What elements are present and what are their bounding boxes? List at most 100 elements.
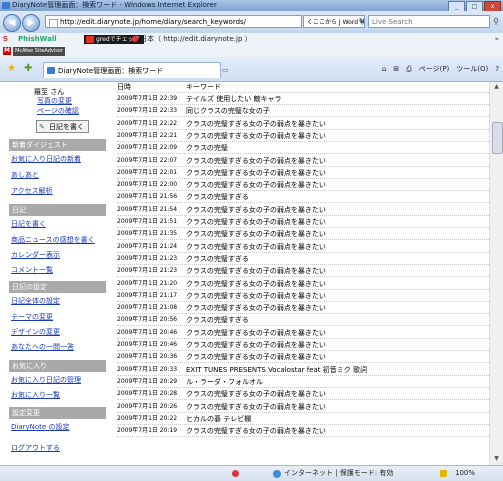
- links-overflow-icon[interactable]: »: [495, 33, 499, 46]
- table-row: 2009年7月1日 20:26 クラスの完璧すぎる女の子の弱点を暴きたい: [117, 402, 489, 413]
- row-keyword: EXIT TUNES PRESENTS Vocalostar feat 初音ミク…: [186, 365, 367, 374]
- row-datetime: 2009年7月1日 21:51: [117, 218, 178, 225]
- zoom-level[interactable]: 100%: [455, 466, 475, 481]
- row-datetime: 2009年7月1日 21:17: [117, 291, 178, 299]
- siteadvisor-button[interactable]: McAfee SiteAdvisor: [13, 47, 65, 56]
- address-toolbar: ◀ ▶ http://edit.diarynote.jp/home/diary/…: [0, 11, 503, 33]
- table-row: 2009年7月1日 21:35 クラスの完璧すぎる女の子の弱点を暴きたい: [117, 229, 489, 241]
- table-row: 2009年7月1日 20:46 クラスの完璧すぎる女の子の弱点を暴きたい: [117, 328, 489, 339]
- sidebar-item-comments[interactable]: コメント一覧: [11, 265, 53, 275]
- scroll-down-icon[interactable]: ▼: [492, 455, 501, 464]
- sidebar-item-favorite-new[interactable]: お気に入り日記の新着: [11, 154, 81, 164]
- back-icon[interactable]: ◀: [3, 14, 21, 32]
- s-logo-icon[interactable]: S: [3, 33, 8, 46]
- sidebar-item-diarynote-settings[interactable]: DiaryNote の設定: [11, 422, 69, 432]
- sidebar-item-theme[interactable]: テーマの変更: [11, 312, 53, 322]
- print-icon[interactable]: ⎙: [406, 62, 412, 76]
- row-keyword: テイルズ 使用したい 敵キャラ: [186, 95, 282, 103]
- header-datetime: 日時: [117, 83, 131, 91]
- row-datetime: 2009年7月1日 22:39: [117, 95, 178, 102]
- help-icon[interactable]: ?: [495, 62, 499, 76]
- row-keyword: クラスの完璧すぎる女の子の弱点を暴きたい: [186, 402, 326, 411]
- table-row: 2009年7月1日 21:17 クラスの完璧すぎる女の子の弱点を暴きたい: [117, 291, 489, 302]
- sidebar-item-calendar[interactable]: カレンダー表示: [11, 250, 60, 260]
- table-row: 2009年7月1日 20:28 クラスの完璧すぎる女の子の弱点を暴きたい: [117, 389, 489, 401]
- table-row: 2009年7月1日 20:33 EXIT TUNES PRESENTS Vocal…: [117, 365, 489, 376]
- row-datetime: 2009年7月1日 21:24: [117, 242, 178, 250]
- table-row: 2009年7月1日 21:08 クラスの完璧すぎる女の子の弱点を暴きたい: [117, 303, 489, 315]
- feeds-icon[interactable]: ⊞: [393, 62, 399, 76]
- refresh-icon[interactable]: ↻: [356, 16, 367, 27]
- row-datetime: 2009年7月1日 21:08: [117, 304, 178, 312]
- sidebar-item-design[interactable]: デザインの変更: [11, 327, 60, 337]
- row-keyword: クラスの完璧すぎる女の子の弱点を暴きたい: [186, 267, 326, 276]
- photo-change-link[interactable]: 写真の変更: [37, 96, 72, 106]
- sidebar-item-favorite-list[interactable]: お気に入り一覧: [11, 390, 60, 400]
- logout-link[interactable]: ログアウトする: [11, 443, 60, 453]
- row-keyword: クラスの完璧すぎる女の子の弱点を暴きたい: [186, 181, 326, 190]
- row-datetime: 2009年7月1日 20:22: [117, 414, 178, 422]
- row-datetime: 2009年7月1日 22:01: [117, 168, 178, 176]
- search-icon[interactable]: ⚲: [490, 15, 502, 28]
- sidebar-item-favorite-manage[interactable]: お気に入り日記の管理: [11, 375, 81, 385]
- row-datetime: 2009年7月1日 22:00: [117, 181, 178, 189]
- row-keyword: クラスの完璧すぎる: [186, 316, 249, 325]
- page-menu[interactable]: ページ(P): [419, 62, 450, 76]
- table-row: 2009年7月1日 21:23 クラスの完璧すぎる女の子の弱点を暴きたい: [117, 266, 489, 278]
- section-diary-settings: 日記の設定: [9, 281, 106, 293]
- command-bar: ⌂ ⊞ ⎙ ページ(P) ツール(O) ?: [382, 62, 499, 76]
- tab-diarynote[interactable]: DiaryNote管理画面：検索ワード: [43, 62, 221, 78]
- live-search-input[interactable]: Live Search: [368, 15, 490, 28]
- row-datetime: 2009年7月1日 21:23: [117, 254, 178, 262]
- row-keyword: クラスの完璧すぎる女の子の弱点を暴きたい: [186, 341, 326, 349]
- row-keyword: クラスの完璧すぎる女の子の弱点を暴きたい: [186, 304, 326, 313]
- ie-app-icon: [2, 2, 10, 9]
- stop-icon: [232, 470, 239, 477]
- row-datetime: 2009年7月1日 22:21: [117, 131, 178, 139]
- section-diary: 日記: [9, 204, 106, 216]
- sidebar-item-write-diary[interactable]: 日記を書く: [11, 219, 46, 229]
- header-keyword: キーワード: [186, 83, 221, 91]
- write-diary-button[interactable]: 日記を書く: [36, 120, 89, 134]
- links-toolbar: S PhishWall gredでチェック 日本（ http://edit.di…: [0, 33, 503, 47]
- sidebar-item-diary-settings[interactable]: 日記全体の設定: [11, 296, 60, 306]
- add-favorites-icon[interactable]: ✚: [24, 63, 32, 74]
- security-zone: インターネット | 保護モード: 有効: [284, 469, 394, 477]
- vertical-scrollbar[interactable]: ▲ ▼: [489, 82, 503, 465]
- row-keyword: クラスの完璧すぎる: [186, 254, 249, 263]
- sidebar-item-product-news[interactable]: 商品ニュースの感想を書く: [11, 235, 95, 245]
- scrollbar-thumb[interactable]: [492, 122, 503, 154]
- row-keyword: クラスの完璧すぎる女の子の弱点を暴きたい: [186, 168, 326, 177]
- row-keyword: クラスの完璧すぎる女の子の弱点を暴きたい: [186, 230, 326, 239]
- row-keyword: クラスの完璧すぎる女の子の弱点を暴きたい: [186, 156, 326, 165]
- favorites-star-icon[interactable]: ★: [7, 63, 16, 74]
- sidebar-item-qa[interactable]: あなたへの一問一答: [11, 342, 74, 352]
- address-field[interactable]: http://edit.diarynote.jp/home/diary/sear…: [45, 15, 302, 28]
- table-row: 2009年7月1日 20:22 ヒカルの碁 テレビ欄: [117, 414, 489, 425]
- page-confirm-link[interactable]: ページの確認: [37, 106, 79, 116]
- row-datetime: 2009年7月1日 20:56: [117, 316, 178, 324]
- sidebar-item-access-analysis[interactable]: アクセス解析: [11, 186, 53, 196]
- scroll-up-icon[interactable]: ▲: [492, 83, 501, 92]
- mcafee-icon[interactable]: M: [3, 47, 11, 55]
- phishwall-button[interactable]: PhishWall: [18, 35, 57, 44]
- table-row: 2009年7月1日 20:36 クラスの完璧すぎる女の子の弱点を暴きたい: [117, 352, 489, 364]
- tools-menu[interactable]: ツール(O): [456, 62, 488, 76]
- tab-bar: ★ ✚ DiaryNote管理画面：検索ワード ▭ ⌂ ⊞ ⎙ ページ(P) ツ…: [0, 57, 503, 82]
- globe-icon: [273, 470, 281, 478]
- table-row: 2009年7月1日 22:01 クラスの完璧すぎる女の子の弱点を暴きたい: [117, 168, 489, 179]
- table-row: 2009年7月1日 21:23 クラスの完璧すぎる: [117, 254, 489, 265]
- row-keyword: クラスの完璧すぎる女の子の弱点を暴きたい: [186, 328, 326, 337]
- japan-site-label: 日本（ http://edit.diarynote.jp ）: [132, 33, 252, 46]
- row-datetime: 2009年7月1日 20:33: [117, 365, 178, 373]
- row-keyword: クラスの完璧すぎる女の子の弱点を暴きたい: [186, 119, 326, 128]
- table-row: 2009年7月1日 22:22 クラスの完璧すぎる女の子の弱点を暴きたい: [117, 119, 489, 130]
- row-keyword: クラスの完璧すぎる女の子の弱点を暴きたい: [186, 205, 326, 214]
- new-tab-icon[interactable]: ▭: [222, 66, 229, 74]
- forward-icon[interactable]: ▶: [22, 14, 40, 32]
- home-icon[interactable]: ⌂: [382, 62, 386, 76]
- gred-icon: [86, 36, 94, 43]
- table-row: 2009年7月1日 22:00 クラスの完璧すぎる女の子の弱点を暴きたい: [117, 180, 489, 192]
- sidebar-item-footprints[interactable]: あしあと: [11, 170, 39, 180]
- table-row: 2009年7月1日 20:56 クラスの完璧すぎる: [117, 315, 489, 327]
